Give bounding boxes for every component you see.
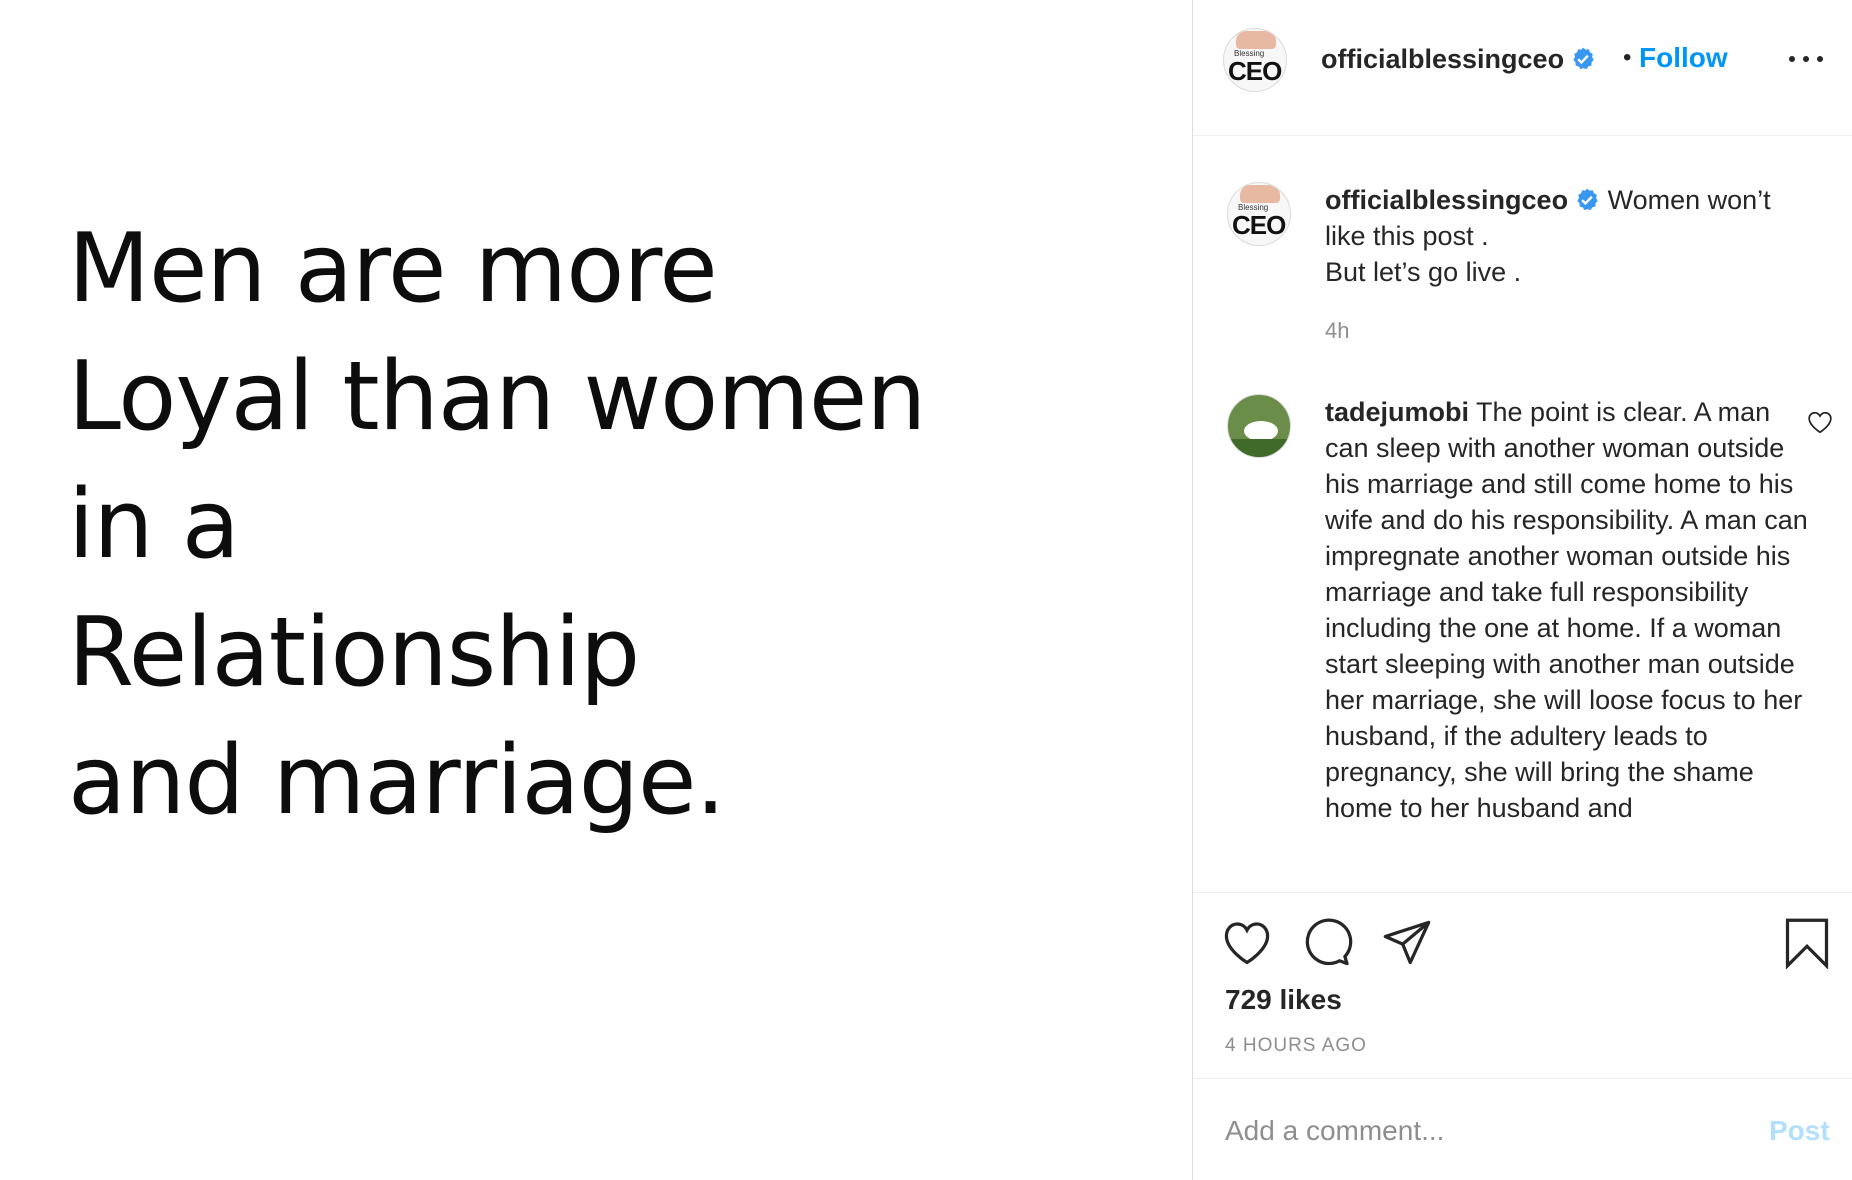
quote-line: and marriage. [68,726,726,836]
avatar-text: CEO [1232,210,1286,240]
author-username[interactable]: officialblessingceo [1321,44,1564,74]
post-header: Blessing CEO officialblessingceo • Follo… [1193,0,1852,136]
avatar-hand-graphic [1240,185,1280,203]
post-image[interactable]: Men are more Loyal than women in a Relat… [0,0,1192,1180]
likes-count[interactable]: 729 likes [1225,984,1342,1016]
avatar-hand-graphic [1236,31,1276,49]
post-time-ago[interactable]: 4 HOURS AGO [1225,1035,1367,1057]
caption-username[interactable]: officialblessingceo [1325,185,1568,215]
quote-line: in a [68,470,240,580]
verified-badge-icon [1573,47,1594,70]
author-avatar[interactable]: Blessing CEO [1223,28,1287,92]
caption-author-avatar[interactable]: Blessing CEO [1227,182,1291,246]
quote-line: Loyal than women [68,342,927,452]
commenter-avatar[interactable] [1227,394,1291,458]
caption-text-line2: But let’s go live . [1325,257,1522,287]
avatar-flower-graphic [1244,421,1278,441]
save-bookmark-icon[interactable] [1781,917,1833,969]
quote-line: Relationship [68,598,640,708]
comments-list[interactable]: Blessing CEO officialblessingceo Women w… [1193,136,1852,892]
quote-line: Men are more [68,214,718,324]
more-options-icon[interactable] [1789,52,1825,64]
verified-badge-icon [1577,188,1598,211]
avatar-text: CEO [1228,56,1282,86]
post-sidebar: Blessing CEO officialblessingceo • Follo… [1192,0,1852,1180]
avatar-leaf-graphic [1228,439,1290,457]
post-comment-button[interactable]: Post [1769,1115,1830,1147]
post-image-quote: Men are more Loyal than women in a Relat… [68,205,1128,845]
comment-icon[interactable] [1301,917,1353,969]
caption: officialblessingceo Women won’t like thi… [1325,182,1811,290]
comment-text: The point is clear. A man can sleep with… [1325,397,1808,823]
author-username-row: officialblessingceo [1321,44,1596,75]
share-icon[interactable] [1381,917,1433,969]
comment-input[interactable] [1225,1109,1745,1153]
commenter-username[interactable]: tadejumobi [1325,397,1469,427]
like-heart-icon[interactable] [1221,917,1273,969]
header-separator: • [1623,44,1632,71]
follow-button[interactable]: Follow [1639,42,1728,74]
add-comment-bar: Post [1193,1078,1852,1180]
comment: tadejumobi The point is clear. A man can… [1325,394,1811,826]
post-actions: 729 likes 4 HOURS AGO [1193,892,1852,1078]
comment-like-icon[interactable] [1807,410,1833,434]
caption-timestamp[interactable]: 4h [1325,318,1349,344]
